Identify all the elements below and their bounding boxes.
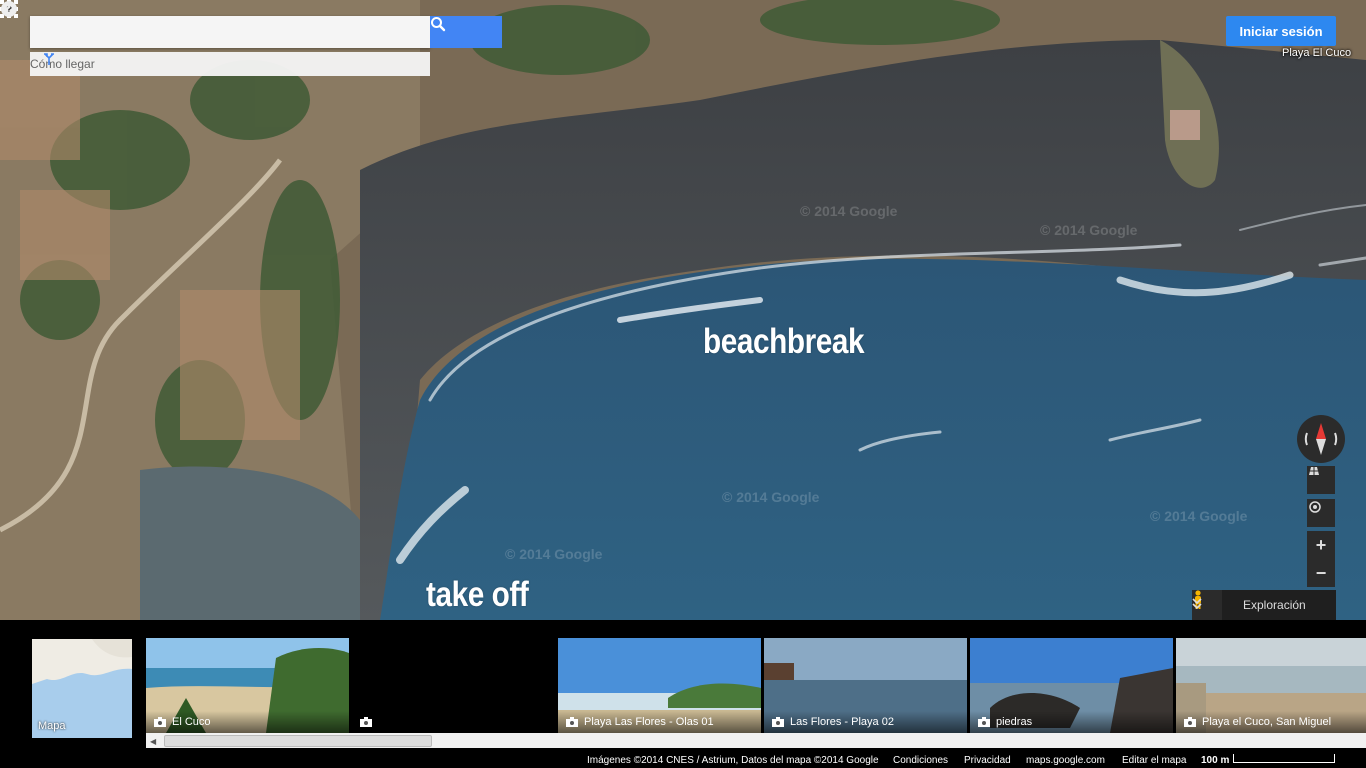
photo-thumbnail[interactable]: Playa el Cuco, San Miguel [1176, 638, 1366, 733]
directions-icon [44, 53, 54, 65]
photo-thumbnail[interactable]: Las Flores - Playa 02 [764, 638, 967, 733]
map-thumbnail-label: Mapa [38, 720, 66, 732]
photo-thumbnail[interactable]: Playa Las Flores - Olas 01 [558, 638, 761, 733]
photo-caption: Playa Las Flores - Olas 01 [584, 716, 714, 728]
zoom-out-button[interactable]: − [1307, 559, 1335, 587]
annotation-beachbreak: beachbreak [703, 322, 865, 361]
map-watermark: © 2014 Google [800, 203, 898, 219]
site-link[interactable]: maps.google.com [1026, 755, 1105, 766]
search-box[interactable] [30, 16, 430, 48]
map-watermark: © 2014 Google [505, 546, 603, 562]
directions-label: Cómo llegar [30, 57, 95, 71]
satellite-imagery [0, 0, 1366, 620]
camera-icon [1184, 717, 1196, 727]
map-watermark: © 2014 Google [1150, 508, 1248, 524]
photo-caption: Playa el Cuco, San Miguel [1202, 716, 1332, 728]
filmstrip-scrollbar[interactable]: ◀ [146, 733, 1366, 748]
photo-thumbnail[interactable] [352, 638, 382, 733]
chevron-down-icon [1192, 598, 1202, 610]
photo-thumbnail[interactable]: El Cuco [146, 638, 349, 733]
camera-icon [360, 717, 372, 727]
scroll-left-arrow-icon[interactable]: ◀ [150, 737, 156, 746]
edit-map-link[interactable]: Editar el mapa [1122, 755, 1186, 766]
compass-icon [1304, 423, 1338, 455]
photo-caption: El Cuco [172, 716, 211, 728]
camera-icon [154, 717, 166, 727]
scale-bar [1233, 754, 1335, 763]
compass-control[interactable] [1297, 415, 1345, 463]
footer-bar: Imágenes ©2014 CNES / Astrium, Datos del… [0, 752, 1366, 768]
location-icon [1309, 501, 1321, 513]
annotation-take-off: take off [426, 575, 529, 614]
explore-label: Exploración [1243, 598, 1306, 612]
satellite-map[interactable]: © 2014 Google © 2014 Google © 2014 Googl… [0, 0, 1366, 620]
photo-caption: piedras [996, 716, 1033, 728]
map-view-thumbnail[interactable]: Mapa [32, 639, 132, 738]
search-icon [431, 17, 446, 32]
zoom-in-button[interactable]: + [1307, 531, 1335, 559]
scale-label: 100 m [1201, 755, 1230, 766]
camera-icon [978, 717, 990, 727]
place-label[interactable]: Playa El Cuco [1282, 47, 1351, 59]
map-watermark: © 2014 Google [722, 489, 820, 505]
tilt-icon [1309, 467, 1319, 475]
camera-icon [772, 717, 784, 727]
photo-thumbnail[interactable]: piedras [970, 638, 1173, 733]
camera-icon [566, 717, 578, 727]
terms-link[interactable]: Condiciones [893, 755, 948, 766]
attribution-text: Imágenes ©2014 CNES / Astrium, Datos del… [587, 755, 879, 766]
search-button[interactable] [430, 16, 502, 48]
tilt-button[interactable] [1307, 466, 1335, 494]
explore-toggle[interactable]: Exploración [1192, 590, 1336, 620]
signin-button[interactable]: Iniciar sesión [1226, 16, 1336, 46]
map-watermark: © 2014 Google [1040, 222, 1138, 238]
directions-link[interactable]: Cómo llegar [30, 52, 430, 76]
settings-gear-icon[interactable] [0, 0, 18, 18]
search-input[interactable] [30, 16, 430, 48]
my-location-button[interactable] [1307, 499, 1335, 527]
scrollbar-thumb[interactable] [164, 735, 432, 747]
privacy-link[interactable]: Privacidad [964, 755, 1011, 766]
photo-caption: Las Flores - Playa 02 [790, 716, 894, 728]
